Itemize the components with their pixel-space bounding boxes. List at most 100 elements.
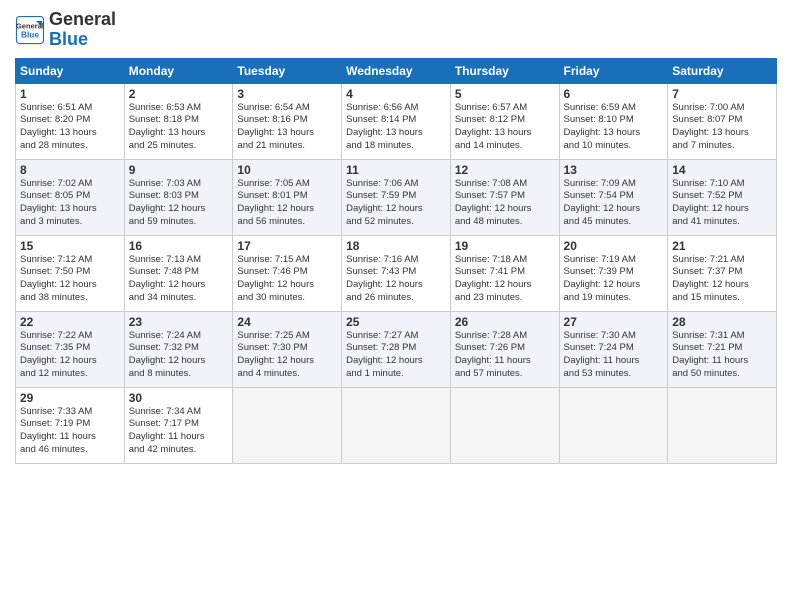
day-info: Sunrise: 6:53 AMSunset: 8:18 PMDaylight:… (129, 102, 229, 153)
day-number: 24 (237, 315, 337, 329)
day-info: Sunrise: 7:16 AMSunset: 7:43 PMDaylight:… (346, 254, 446, 305)
day-info: Sunrise: 7:12 AMSunset: 7:50 PMDaylight:… (20, 254, 120, 305)
calendar-cell (342, 387, 451, 463)
header: General Blue General Blue (15, 10, 777, 50)
day-info: Sunrise: 7:30 AMSunset: 7:24 PMDaylight:… (564, 330, 664, 381)
day-number: 11 (346, 163, 446, 177)
calendar-cell: 16Sunrise: 7:13 AMSunset: 7:48 PMDayligh… (124, 235, 233, 311)
day-number: 29 (20, 391, 120, 405)
day-number: 21 (672, 239, 772, 253)
day-number: 15 (20, 239, 120, 253)
day-number: 1 (20, 87, 120, 101)
calendar-cell: 25Sunrise: 7:27 AMSunset: 7:28 PMDayligh… (342, 311, 451, 387)
day-info: Sunrise: 6:54 AMSunset: 8:16 PMDaylight:… (237, 102, 337, 153)
day-info: Sunrise: 7:31 AMSunset: 7:21 PMDaylight:… (672, 330, 772, 381)
day-number: 22 (20, 315, 120, 329)
day-info: Sunrise: 6:51 AMSunset: 8:20 PMDaylight:… (20, 102, 120, 153)
calendar-cell: 7Sunrise: 7:00 AMSunset: 8:07 PMDaylight… (668, 83, 777, 159)
calendar-table: SundayMondayTuesdayWednesdayThursdayFrid… (15, 58, 777, 464)
day-number: 3 (237, 87, 337, 101)
calendar-body: 1Sunrise: 6:51 AMSunset: 8:20 PMDaylight… (16, 83, 777, 463)
day-info: Sunrise: 7:00 AMSunset: 8:07 PMDaylight:… (672, 102, 772, 153)
logo: General Blue General Blue (15, 10, 116, 50)
calendar-cell: 4Sunrise: 6:56 AMSunset: 8:14 PMDaylight… (342, 83, 451, 159)
calendar-cell (233, 387, 342, 463)
day-number: 18 (346, 239, 446, 253)
day-info: Sunrise: 6:57 AMSunset: 8:12 PMDaylight:… (455, 102, 555, 153)
calendar-cell: 9Sunrise: 7:03 AMSunset: 8:03 PMDaylight… (124, 159, 233, 235)
calendar-cell: 22Sunrise: 7:22 AMSunset: 7:35 PMDayligh… (16, 311, 125, 387)
weekday-header: Sunday (16, 58, 125, 83)
weekday-header: Monday (124, 58, 233, 83)
day-info: Sunrise: 7:02 AMSunset: 8:05 PMDaylight:… (20, 178, 120, 229)
calendar-cell: 12Sunrise: 7:08 AMSunset: 7:57 PMDayligh… (450, 159, 559, 235)
day-number: 2 (129, 87, 229, 101)
day-number: 28 (672, 315, 772, 329)
calendar-cell: 11Sunrise: 7:06 AMSunset: 7:59 PMDayligh… (342, 159, 451, 235)
calendar-cell: 1Sunrise: 6:51 AMSunset: 8:20 PMDaylight… (16, 83, 125, 159)
day-info: Sunrise: 7:03 AMSunset: 8:03 PMDaylight:… (129, 178, 229, 229)
weekday-header: Tuesday (233, 58, 342, 83)
day-info: Sunrise: 7:22 AMSunset: 7:35 PMDaylight:… (20, 330, 120, 381)
calendar-cell: 28Sunrise: 7:31 AMSunset: 7:21 PMDayligh… (668, 311, 777, 387)
day-info: Sunrise: 7:24 AMSunset: 7:32 PMDaylight:… (129, 330, 229, 381)
day-info: Sunrise: 7:13 AMSunset: 7:48 PMDaylight:… (129, 254, 229, 305)
calendar-cell: 10Sunrise: 7:05 AMSunset: 8:01 PMDayligh… (233, 159, 342, 235)
weekday-header: Thursday (450, 58, 559, 83)
calendar-cell: 21Sunrise: 7:21 AMSunset: 7:37 PMDayligh… (668, 235, 777, 311)
calendar-cell: 2Sunrise: 6:53 AMSunset: 8:18 PMDaylight… (124, 83, 233, 159)
day-number: 30 (129, 391, 229, 405)
calendar-cell: 3Sunrise: 6:54 AMSunset: 8:16 PMDaylight… (233, 83, 342, 159)
day-info: Sunrise: 7:18 AMSunset: 7:41 PMDaylight:… (455, 254, 555, 305)
day-number: 25 (346, 315, 446, 329)
day-number: 4 (346, 87, 446, 101)
calendar-cell: 24Sunrise: 7:25 AMSunset: 7:30 PMDayligh… (233, 311, 342, 387)
calendar-header-row: SundayMondayTuesdayWednesdayThursdayFrid… (16, 58, 777, 83)
calendar-cell: 19Sunrise: 7:18 AMSunset: 7:41 PMDayligh… (450, 235, 559, 311)
day-number: 10 (237, 163, 337, 177)
day-number: 13 (564, 163, 664, 177)
day-number: 19 (455, 239, 555, 253)
calendar-cell: 20Sunrise: 7:19 AMSunset: 7:39 PMDayligh… (559, 235, 668, 311)
calendar-cell: 17Sunrise: 7:15 AMSunset: 7:46 PMDayligh… (233, 235, 342, 311)
day-info: Sunrise: 7:21 AMSunset: 7:37 PMDaylight:… (672, 254, 772, 305)
day-info: Sunrise: 6:56 AMSunset: 8:14 PMDaylight:… (346, 102, 446, 153)
day-info: Sunrise: 7:08 AMSunset: 7:57 PMDaylight:… (455, 178, 555, 229)
day-info: Sunrise: 7:09 AMSunset: 7:54 PMDaylight:… (564, 178, 664, 229)
day-number: 7 (672, 87, 772, 101)
day-number: 8 (20, 163, 120, 177)
calendar-cell: 6Sunrise: 6:59 AMSunset: 8:10 PMDaylight… (559, 83, 668, 159)
day-number: 14 (672, 163, 772, 177)
day-number: 9 (129, 163, 229, 177)
calendar-cell: 29Sunrise: 7:33 AMSunset: 7:19 PMDayligh… (16, 387, 125, 463)
calendar-cell: 26Sunrise: 7:28 AMSunset: 7:26 PMDayligh… (450, 311, 559, 387)
logo-text: General Blue (49, 10, 116, 50)
calendar-week-row: 1Sunrise: 6:51 AMSunset: 8:20 PMDaylight… (16, 83, 777, 159)
day-info: Sunrise: 7:28 AMSunset: 7:26 PMDaylight:… (455, 330, 555, 381)
logo-icon: General Blue (15, 15, 45, 45)
day-info: Sunrise: 7:06 AMSunset: 7:59 PMDaylight:… (346, 178, 446, 229)
day-number: 23 (129, 315, 229, 329)
calendar-cell: 14Sunrise: 7:10 AMSunset: 7:52 PMDayligh… (668, 159, 777, 235)
day-info: Sunrise: 7:10 AMSunset: 7:52 PMDaylight:… (672, 178, 772, 229)
day-number: 17 (237, 239, 337, 253)
calendar-week-row: 29Sunrise: 7:33 AMSunset: 7:19 PMDayligh… (16, 387, 777, 463)
calendar-cell (668, 387, 777, 463)
weekday-header: Saturday (668, 58, 777, 83)
day-info: Sunrise: 7:25 AMSunset: 7:30 PMDaylight:… (237, 330, 337, 381)
day-number: 6 (564, 87, 664, 101)
calendar-cell: 13Sunrise: 7:09 AMSunset: 7:54 PMDayligh… (559, 159, 668, 235)
calendar-cell (559, 387, 668, 463)
calendar-cell: 15Sunrise: 7:12 AMSunset: 7:50 PMDayligh… (16, 235, 125, 311)
calendar-cell: 5Sunrise: 6:57 AMSunset: 8:12 PMDaylight… (450, 83, 559, 159)
calendar-cell (450, 387, 559, 463)
calendar-cell: 8Sunrise: 7:02 AMSunset: 8:05 PMDaylight… (16, 159, 125, 235)
calendar-week-row: 15Sunrise: 7:12 AMSunset: 7:50 PMDayligh… (16, 235, 777, 311)
day-info: Sunrise: 7:33 AMSunset: 7:19 PMDaylight:… (20, 406, 120, 457)
day-number: 16 (129, 239, 229, 253)
day-number: 12 (455, 163, 555, 177)
calendar-cell: 18Sunrise: 7:16 AMSunset: 7:43 PMDayligh… (342, 235, 451, 311)
svg-text:Blue: Blue (21, 30, 39, 39)
day-info: Sunrise: 7:05 AMSunset: 8:01 PMDaylight:… (237, 178, 337, 229)
weekday-header: Friday (559, 58, 668, 83)
